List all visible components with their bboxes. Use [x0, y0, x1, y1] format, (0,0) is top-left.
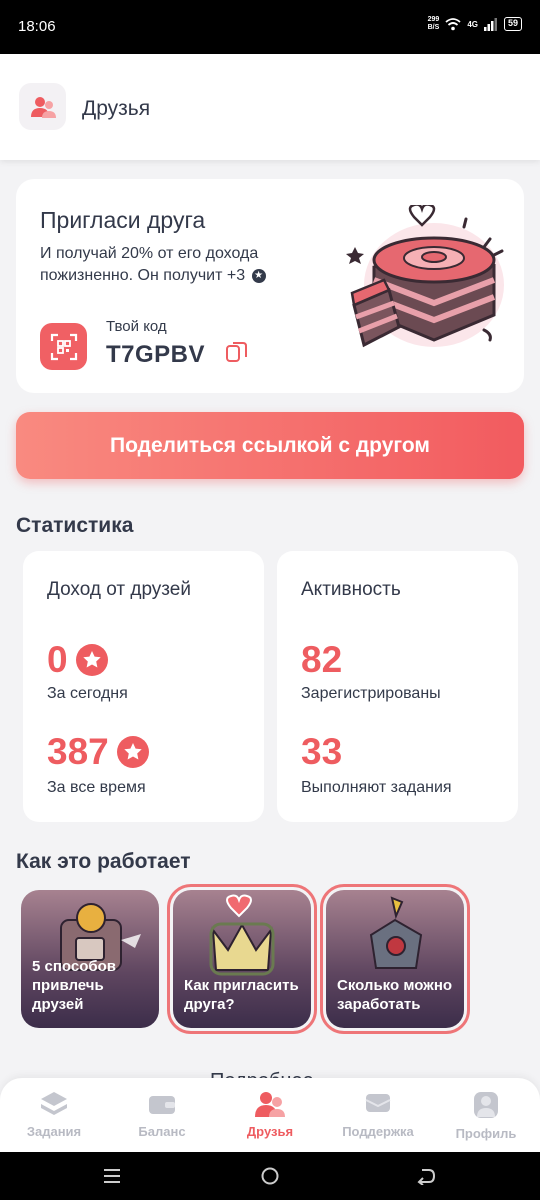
signal-icon — [483, 17, 497, 31]
net-speed: 299 B/S — [427, 16, 440, 31]
story-card[interactable]: Как пригласить друга? — [167, 884, 317, 1034]
status-bar: 18:06 299 B/S 4G 59 — [0, 0, 540, 54]
income-today-label: За сегодня — [47, 685, 128, 702]
nav-item-support[interactable]: Поддержка — [324, 1078, 432, 1152]
share-link-button[interactable]: Поделиться ссылкой с другом — [16, 412, 524, 479]
active-value: 33 — [301, 731, 343, 772]
income-title: Доход от друзей — [47, 579, 191, 600]
back-icon[interactable] — [416, 1167, 436, 1185]
menu-icon[interactable] — [102, 1167, 122, 1185]
layers-icon — [41, 1092, 67, 1115]
star-coin-icon — [75, 644, 108, 676]
cake-illustration — [346, 205, 504, 348]
story-card[interactable]: 5 способов привлечь друзей — [21, 890, 159, 1028]
bottom-nav: Задания Баланс Друзья Поддержка Профиль — [0, 1078, 540, 1152]
income-today-value: 0 — [47, 639, 108, 681]
status-icons: 299 B/S 4G 59 — [428, 16, 522, 32]
story-label: 5 способов привлечь друзей — [32, 958, 117, 1013]
active-label: Выполняют задания — [301, 779, 452, 796]
stats-section-title: Статистика — [16, 514, 134, 537]
copy-icon[interactable] — [224, 339, 250, 365]
nav-item-tasks[interactable]: Задания — [0, 1078, 108, 1152]
chat-icon — [365, 1094, 391, 1112]
friends-icon — [255, 1092, 285, 1117]
invite-code[interactable]: T7GPBV — [106, 341, 205, 369]
wifi-icon — [445, 18, 461, 31]
how-section-title: Как это работает — [16, 850, 191, 873]
star-coin-icon: ★ — [251, 268, 266, 283]
nav-item-balance[interactable]: Баланс — [108, 1078, 216, 1152]
invite-description: И получай 20% от его дохода пожизненно. … — [40, 243, 330, 287]
registered-label: Зарегистрированы — [301, 685, 441, 702]
star-coin-icon — [116, 736, 149, 768]
activity-title: Активность — [301, 579, 401, 600]
profile-icon — [474, 1092, 498, 1118]
qr-scan-icon — [50, 333, 77, 360]
story-card[interactable]: Сколько можно заработать — [320, 884, 470, 1034]
invite-title: Пригласи друга — [40, 207, 206, 233]
invite-card: Пригласи друга И получай 20% от его дохо… — [16, 179, 524, 393]
nav-item-profile[interactable]: Профиль — [432, 1078, 540, 1152]
code-label: Твой код — [106, 318, 167, 335]
activity-stats-card: Активность 82 Зарегистрированы 33 Выполн… — [277, 551, 518, 822]
system-nav-bar — [0, 1152, 540, 1200]
income-total-value: 387 — [47, 731, 149, 773]
friends-icon — [19, 83, 66, 130]
home-icon[interactable] — [260, 1166, 280, 1186]
nav-item-friends[interactable]: Друзья — [216, 1078, 324, 1152]
registered-value: 82 — [301, 639, 343, 680]
status-time: 18:06 — [18, 18, 56, 35]
qr-code-button[interactable] — [40, 323, 87, 370]
income-total-label: За все время — [47, 779, 146, 796]
network-type: 4G — [467, 19, 478, 29]
story-label: Как пригласить друга? — [184, 977, 299, 1013]
wallet-icon — [149, 1096, 175, 1114]
app-header: Друзья — [0, 54, 540, 160]
income-stats-card: Доход от друзей 0 За сегодня 387 За все … — [23, 551, 264, 822]
battery-indicator: 59 — [503, 17, 522, 31]
story-label: Сколько можно заработать — [337, 977, 453, 1013]
page-title: Друзья — [82, 97, 151, 120]
